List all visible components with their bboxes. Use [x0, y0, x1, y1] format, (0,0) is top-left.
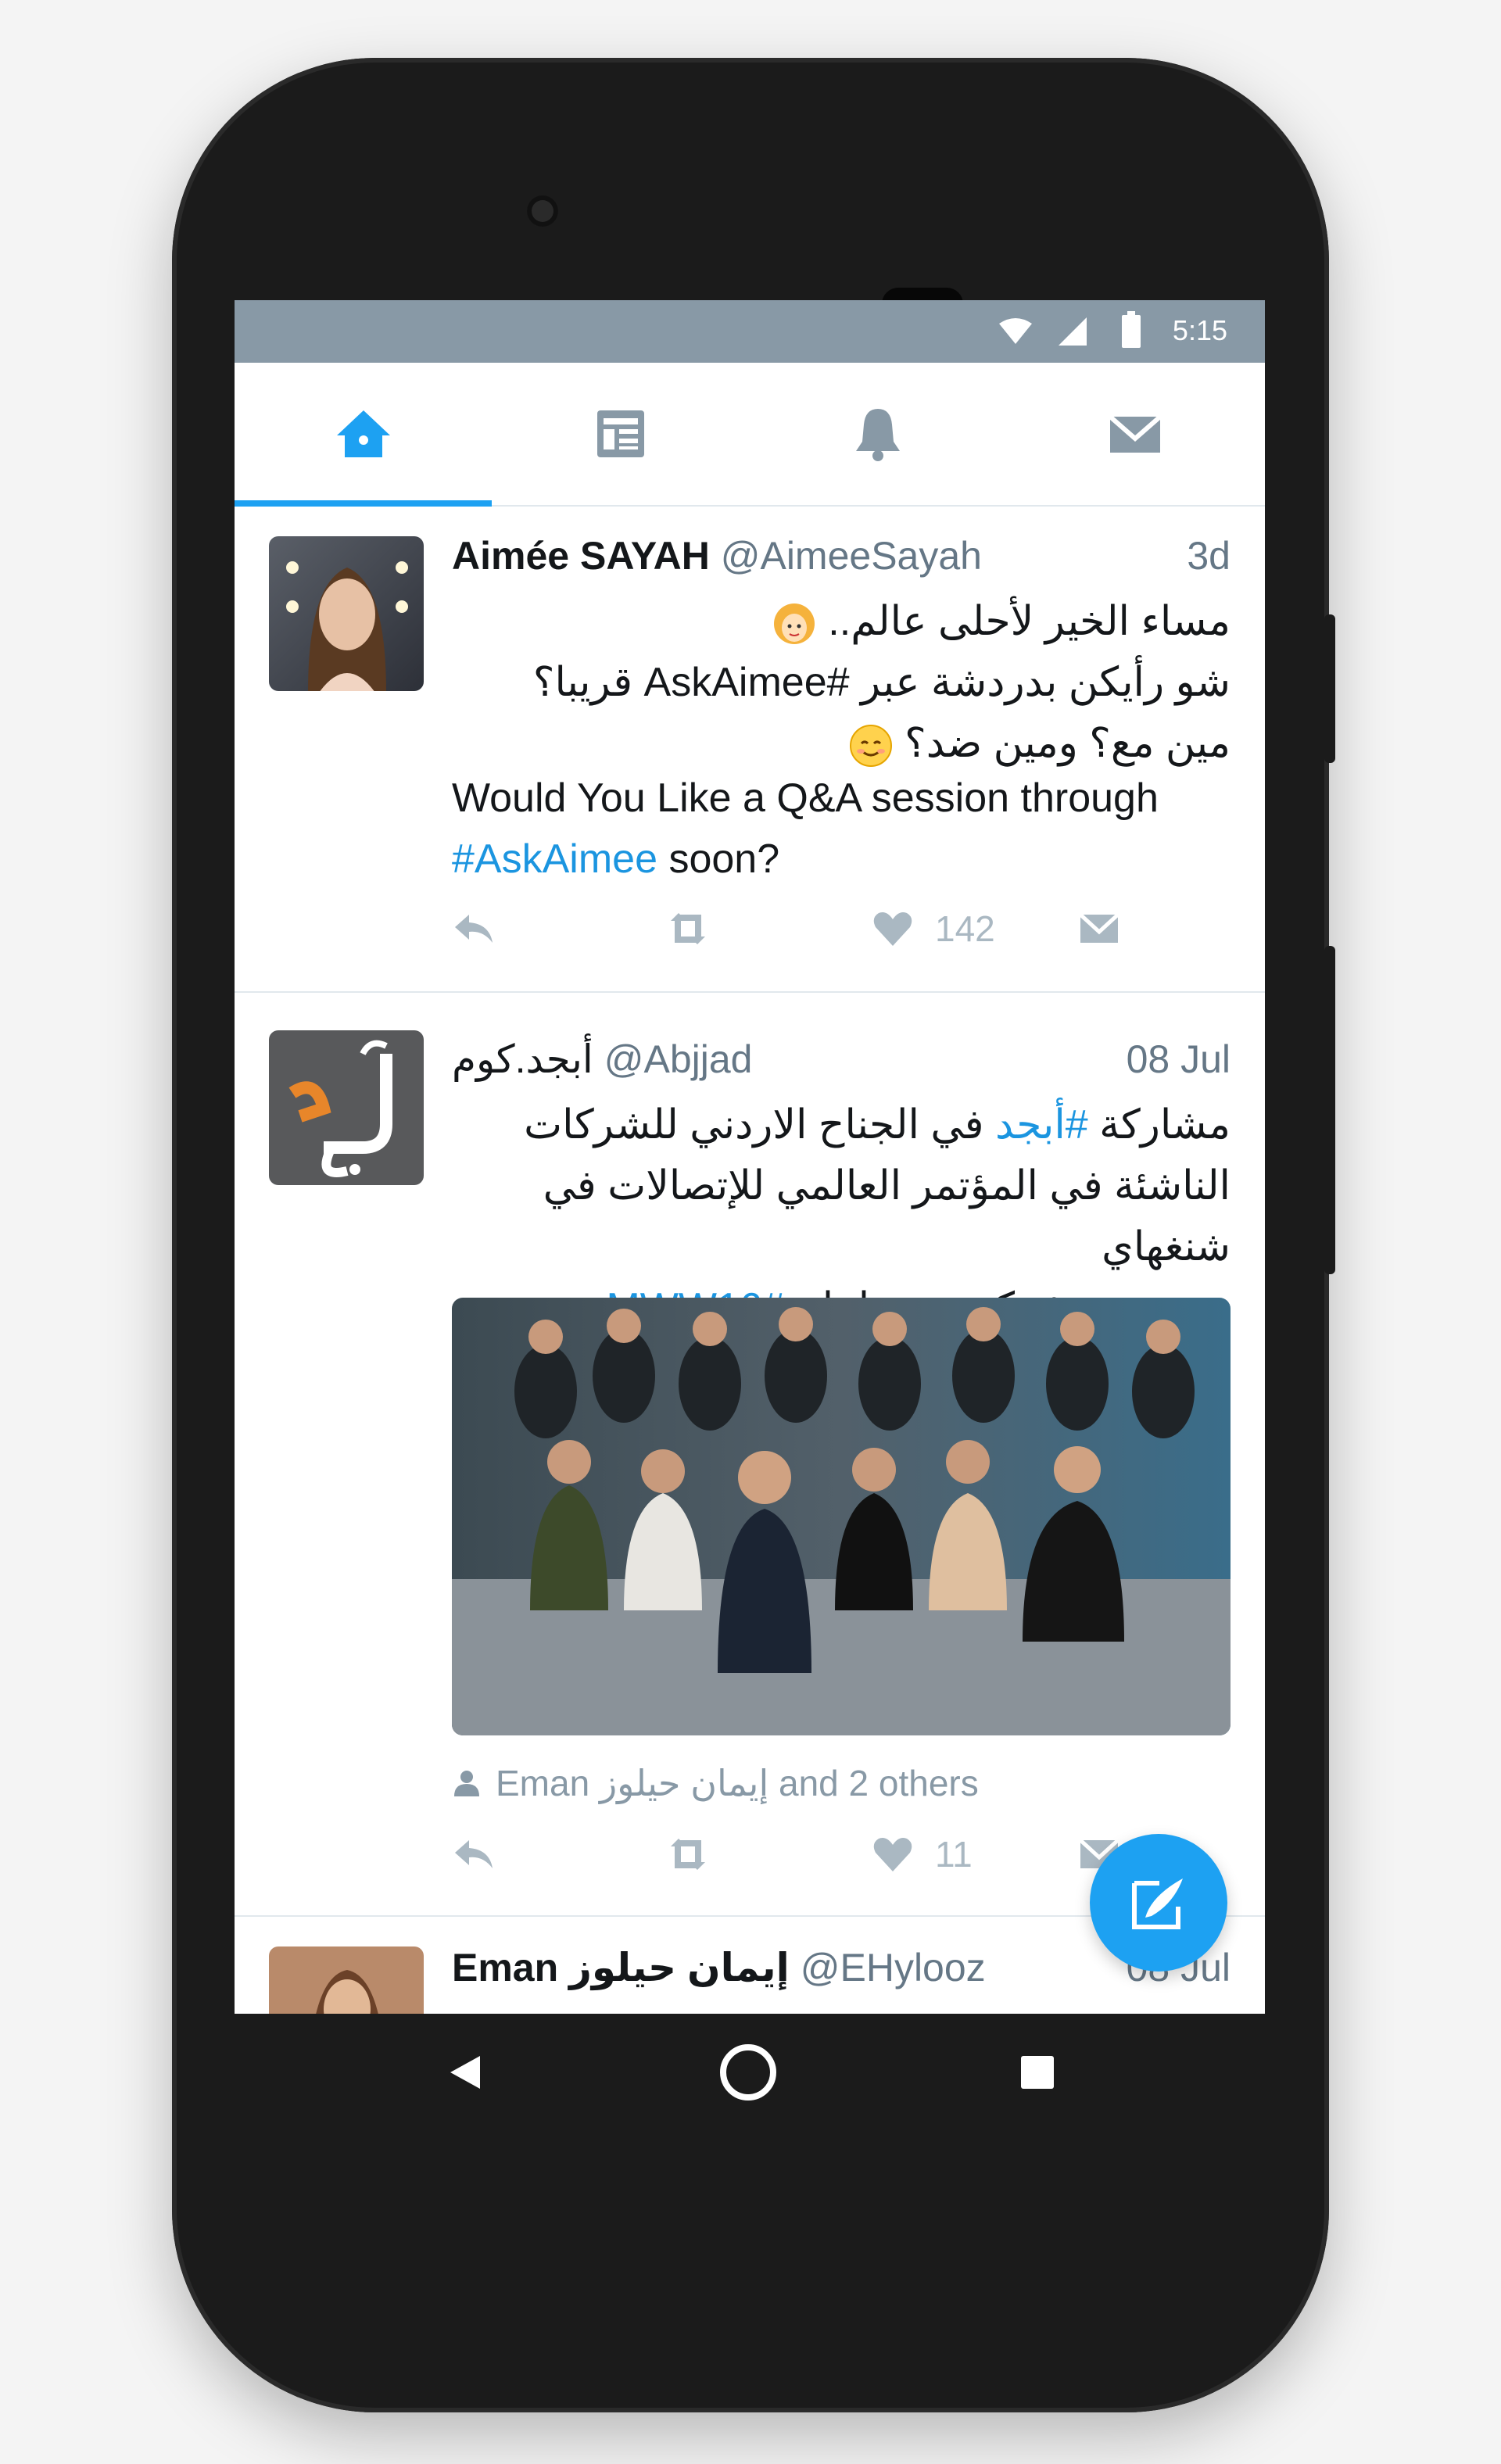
envelope-icon [1108, 414, 1162, 453]
bell-icon [855, 409, 900, 461]
tab-home[interactable] [235, 363, 492, 507]
back-button[interactable] [430, 2037, 500, 2108]
tweet-actions: 142 [452, 907, 1231, 962]
timestamp[interactable]: 08 Jul [1127, 1037, 1231, 1082]
like-button[interactable]: 142 [871, 907, 995, 951]
compose-tweet-button[interactable] [1090, 1834, 1227, 1972]
avatar[interactable] [269, 1030, 424, 1185]
handle[interactable]: @Abjjad [604, 1037, 753, 1081]
like-count: 11 [935, 1834, 973, 1875]
retweet-icon [671, 1839, 705, 1870]
tweet-line-text: شو رأيكن بدردشة عبر [860, 660, 1231, 705]
tweet[interactable]: أبجد.كوم @Abjjad 08 Jul مشاركة #أبجد في … [235, 991, 1265, 1917]
tweet-line-text: مساء الخير لأحلى عالم.. [828, 599, 1231, 644]
direct-message-button[interactable] [1077, 907, 1141, 951]
battery-icon [1122, 311, 1141, 348]
home-icon [336, 410, 390, 457]
reply-button[interactable] [452, 907, 516, 951]
tab-notifications[interactable] [749, 363, 1006, 505]
home-nav-button[interactable] [713, 2037, 783, 2108]
avatar[interactable] [269, 536, 424, 691]
hashtag-link[interactable]: #أبجد [995, 1102, 1088, 1148]
back-triangle-icon [450, 2056, 480, 2089]
signal-icon [1059, 317, 1087, 346]
retweet-button[interactable] [666, 1832, 730, 1876]
display-name[interactable]: Aimée SAYAH [452, 534, 710, 578]
compose-quill-icon [1132, 1878, 1183, 1929]
avatar-image [269, 536, 424, 691]
tab-bar [235, 363, 1265, 507]
active-tab-indicator [235, 500, 492, 507]
hashtag-link[interactable]: #AskAimee [452, 836, 657, 882]
tweet-header: Aimée SAYAH @AimeeSayah 3d [452, 533, 1231, 578]
tweet-line: مشاركة #أبجد في الجناح الاردني للشركات [452, 1094, 1231, 1155]
like-count: 142 [935, 908, 995, 949]
retweet-icon [671, 913, 705, 944]
recents-button[interactable] [1002, 2037, 1073, 2108]
handle[interactable]: @EHylooz [801, 1946, 986, 1989]
power-button[interactable] [1324, 614, 1335, 763]
timestamp[interactable]: 3d [1187, 533, 1231, 578]
tweet-line: شو رأيكن بدردشة عبر #AskAimee قريبا؟ [452, 652, 1231, 713]
retweet-button[interactable] [666, 907, 730, 951]
tweet-header: أبجد.كوم @Abjjad 08 Jul [452, 1037, 1231, 1082]
reply-button[interactable] [452, 1832, 516, 1876]
tweet-line: مساء الخير لأحلى عالم.. [452, 591, 1231, 652]
group-photo [452, 1298, 1231, 1735]
tweet-text-english: Would You Like a Q&A session through #As… [452, 768, 1231, 890]
tweet-line-text: قريبا؟ [532, 660, 633, 705]
tweet-line: مين مع؟ ومين ضد؟ [452, 713, 1231, 774]
avatar-image [269, 1946, 424, 2014]
tagged-users-text: Eman إيمان حيلوز and 2 others [496, 1763, 979, 1803]
smile-emoji-icon [849, 725, 892, 768]
front-camera [527, 195, 558, 227]
status-bar: 5:15 [235, 300, 1265, 363]
tweet-line-text: مين مع؟ ومين ضد؟ [905, 721, 1231, 766]
like-button[interactable]: 11 [871, 1832, 973, 1876]
tab-moments[interactable] [492, 363, 749, 505]
volume-button[interactable] [1324, 946, 1335, 1274]
handle[interactable]: @AimeeSayah [721, 534, 982, 578]
reply-icon [455, 1840, 493, 1868]
tweet-line: الناشئة في المؤتمر العالمي للإتصالات في … [452, 1155, 1231, 1277]
tweet-text-arabic: مساء الخير لأحلى عالم.. شو رأيكن بدردشة … [452, 591, 1231, 774]
android-nav-bar [235, 2014, 1265, 2131]
reply-icon [455, 915, 493, 943]
clock: 5:15 [1172, 314, 1227, 346]
tweet-text: soon? [657, 836, 780, 882]
home-circle-icon [720, 2044, 776, 2100]
screen: 5:15 Aimée SAYAH @AimeeSayah 3d مساء الخ… [235, 300, 1265, 2014]
tweet-text: Would You Like a Q&A session through [452, 775, 1159, 821]
wifi-icon [999, 318, 1032, 344]
heart-icon [873, 912, 912, 946]
tweet-photo[interactable] [452, 1298, 1231, 1735]
recents-square-icon [1021, 2056, 1054, 2089]
dm-envelope-icon [1079, 913, 1119, 943]
tweet-line-text: في الجناح الاردني للشركات [524, 1102, 984, 1148]
tab-messages[interactable] [1006, 363, 1263, 505]
heart-icon [873, 1838, 912, 1871]
tweet-line-text: الناشئة في المؤتمر العالمي للإتصالات في … [543, 1163, 1231, 1270]
moments-icon [596, 410, 644, 457]
tagged-users[interactable]: Eman إيمان حيلوز and 2 others [452, 1762, 979, 1804]
tweet-line-text: مشاركة [1099, 1102, 1231, 1148]
abjjad-logo [269, 1030, 424, 1185]
display-name[interactable]: Eman إيمان حيلوز [452, 1946, 790, 1989]
tweet[interactable]: Aimée SAYAH @AimeeSayah 3d مساء الخير لأ… [235, 507, 1265, 993]
display-name[interactable]: أبجد.كوم [452, 1037, 593, 1081]
emoji-icon [773, 603, 815, 645]
avatar[interactable] [269, 1946, 424, 2014]
person-icon [454, 1771, 479, 1796]
hashtag[interactable]: #AskAimee [644, 660, 850, 705]
